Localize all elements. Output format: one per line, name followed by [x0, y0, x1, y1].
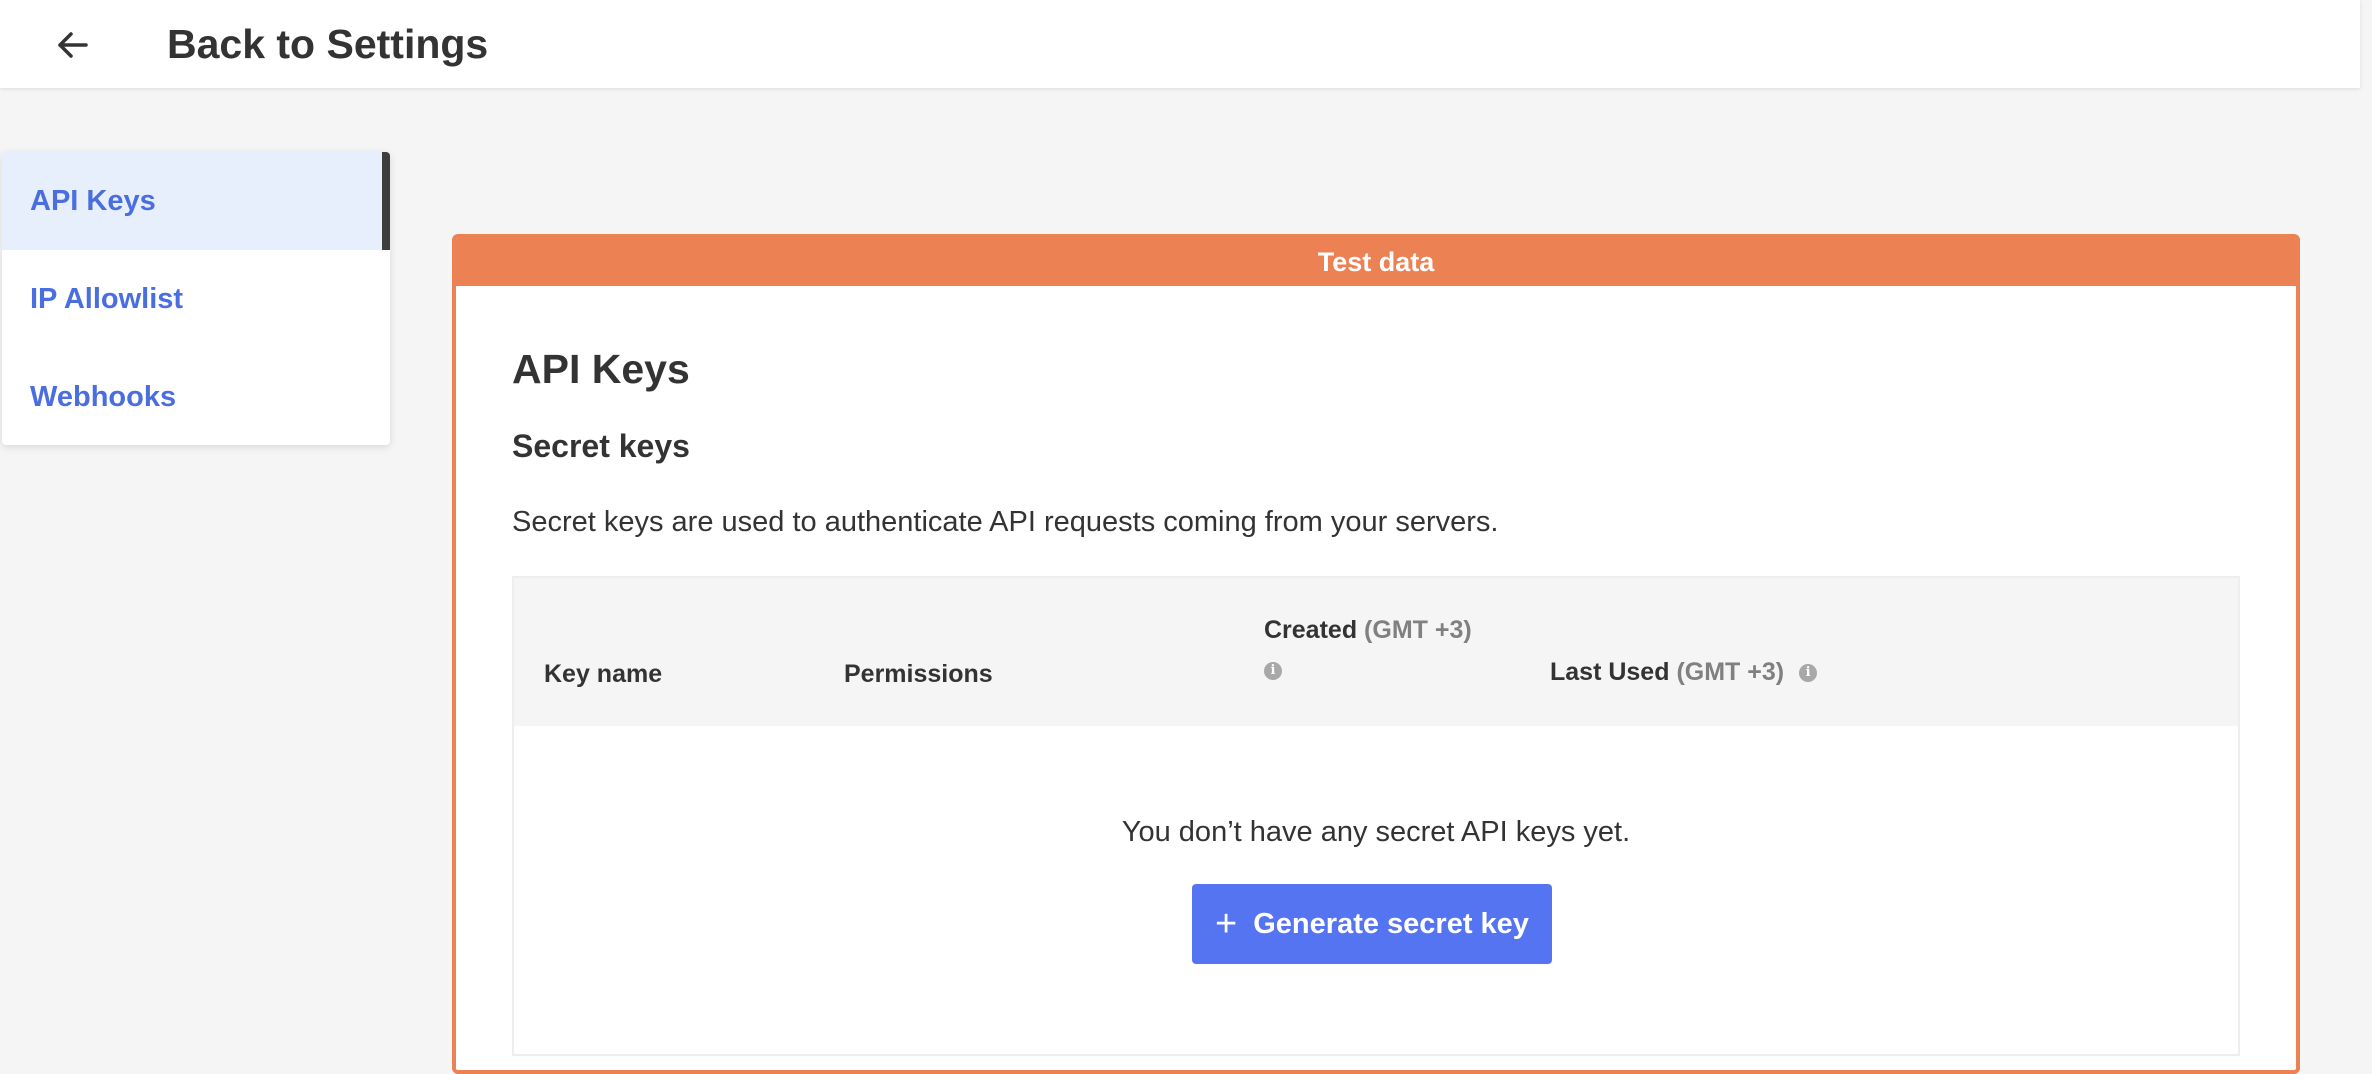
page-title: API Keys [512, 346, 690, 392]
section-title: Secret keys [512, 428, 690, 464]
plus-icon: + [1215, 903, 1238, 945]
column-header-created-label: Created [1264, 616, 1358, 644]
sidebar-item-ip-allowlist[interactable]: IP Allowlist [2, 250, 390, 348]
info-icon[interactable]: i [1264, 662, 1282, 680]
settings-sidebar: API Keys IP Allowlist Webhooks [2, 152, 390, 445]
arrow-left-icon [58, 32, 88, 58]
column-header-last-used: Last Used (GMT +3) i [1550, 658, 1818, 687]
table-header: Key name Permissions Created (GMT +3) i … [514, 578, 2238, 726]
empty-state-message: You don’t have any secret API keys yet. [1121, 816, 1631, 848]
test-data-banner: Test data [456, 238, 2296, 286]
sidebar-item-webhooks[interactable]: Webhooks [2, 348, 390, 445]
back-button[interactable] [50, 22, 96, 68]
column-header-created: Created (GMT +3) [1264, 616, 1472, 645]
last-used-timezone: (GMT +3) [1676, 658, 1785, 686]
top-header: Back to Settings [0, 0, 2360, 88]
generate-secret-key-label: Generate secret key [1253, 907, 1529, 940]
back-to-settings-link[interactable]: Back to Settings [167, 18, 488, 70]
column-header-last-used-label: Last Used [1550, 658, 1670, 686]
column-header-key-name: Key name [544, 660, 663, 688]
generate-secret-key-button[interactable]: + Generate secret key [1192, 884, 1552, 964]
column-header-permissions: Permissions [844, 660, 993, 688]
section-description: Secret keys are used to authenticate API… [512, 506, 1499, 538]
created-timezone: (GMT +3) [1364, 616, 1472, 644]
api-keys-card: Test data API Keys Secret keys Secret ke… [452, 234, 2300, 1074]
info-icon[interactable]: i [1799, 664, 1818, 683]
sidebar-item-api-keys[interactable]: API Keys [2, 152, 390, 250]
secret-keys-table: Key name Permissions Created (GMT +3) i … [512, 576, 2240, 1056]
